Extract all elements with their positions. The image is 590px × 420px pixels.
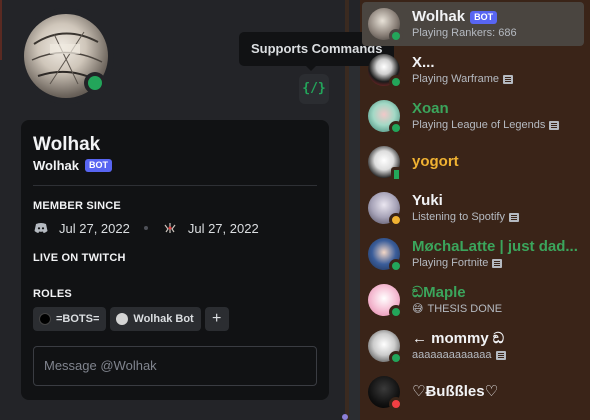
member-name: ← mommy ඞ <box>412 330 504 347</box>
member-activity: Playing Fortnite <box>412 256 582 270</box>
avatar <box>368 54 403 89</box>
member-activity: Playing Warframe <box>412 72 582 86</box>
role-color-dot <box>39 313 51 325</box>
profile-info-panel: Wolhak Wolhak BOT MEMBER SINCE Jul 27, 2… <box>21 120 329 400</box>
status-idle-icon <box>389 213 403 227</box>
profile-display-name: Wolhak <box>33 134 101 155</box>
bot-badge: BOT <box>470 10 498 24</box>
member-item[interactable]: ඞMaple 😅 THESIS DONE <box>362 278 584 322</box>
member-item[interactable]: yogort <box>362 140 584 184</box>
member-activity: Listening to Spotify <box>412 210 582 224</box>
status-online-icon <box>389 75 403 89</box>
activity-text: Playing League of Legends <box>412 119 546 131</box>
rich-presence-icon <box>503 74 514 84</box>
member-since-row: Jul 27, 2022 Jul 27, 2022 <box>33 220 273 236</box>
member-name: Wolhak <box>412 8 466 25</box>
rich-presence-icon <box>508 212 519 222</box>
member-activity: Playing Rankers: 686 <box>412 26 582 40</box>
member-name: ♡Ƀußßles♡ <box>412 383 499 400</box>
profile-status-online <box>84 72 106 94</box>
profile-divider <box>33 185 317 186</box>
status-dnd-icon <box>389 397 403 411</box>
discord-join-date: Jul 27, 2022 <box>59 220 130 236</box>
discord-logo-icon <box>33 220 49 236</box>
role-pill[interactable]: =BOTS= <box>33 307 107 331</box>
slash-commands-icon[interactable]: {/} <box>299 74 329 104</box>
avatar <box>368 192 403 227</box>
member-item[interactable]: ← mommy ඞ aaaaaaaaaaaaa <box>362 324 584 368</box>
role-color-dot <box>116 313 129 325</box>
profile-username[interactable]: Wolhak <box>33 158 79 173</box>
activity-text: Playing Rankers: 686 <box>412 27 517 39</box>
status-mobile-icon <box>391 167 402 182</box>
status-online-icon <box>389 259 403 273</box>
member-activity: 😅 THESIS DONE <box>412 302 582 316</box>
profile-username-row: Wolhak BOT <box>33 158 112 173</box>
member-name: Yuki <box>412 192 443 209</box>
rich-presence-icon <box>492 258 503 268</box>
avatar <box>368 146 402 182</box>
activity-text: aaaaaaaaaaaaa <box>412 349 492 361</box>
activity-text: THESIS DONE <box>427 303 503 315</box>
activity-text: Playing Warframe <box>412 73 500 85</box>
bot-badge: BOT <box>85 159 112 172</box>
rich-presence-icon <box>549 120 560 130</box>
member-name-row: Wolhak BOT <box>412 8 582 26</box>
member-item[interactable]: Xoan Playing League of Legends <box>362 94 584 138</box>
sweat-smile-emoji: 😅 <box>412 303 424 315</box>
member-since-heading: MEMBER SINCE <box>33 200 121 212</box>
roles-list: =BOTS= Wolhak Bot + <box>33 307 229 331</box>
member-activity: Playing League of Legends <box>412 118 582 132</box>
status-online-icon <box>389 121 403 135</box>
avatar <box>368 100 403 135</box>
server-icon <box>162 220 178 236</box>
scroll-indicator <box>342 414 348 420</box>
member-item[interactable]: X... Playing Warframe <box>362 48 584 92</box>
member-item[interactable]: ♡Ƀußßles♡ <box>362 370 584 414</box>
role-pill[interactable]: Wolhak Bot <box>110 307 201 331</box>
avatar <box>368 8 403 43</box>
member-name: MøchaLatte | just dad... <box>412 238 578 255</box>
rich-presence-icon <box>495 350 506 360</box>
message-input[interactable]: Message @Wolhak <box>33 346 317 386</box>
member-list: Wolhak BOT Playing Rankers: 686 X... Pla… <box>362 0 590 420</box>
server-join-date: Jul 27, 2022 <box>187 220 259 236</box>
member-item[interactable]: MøchaLatte | just dad... Playing Fortnit… <box>362 232 584 276</box>
activity-text: Listening to Spotify <box>412 211 505 223</box>
role-name: Wolhak Bot <box>133 313 194 325</box>
avatar <box>368 284 403 319</box>
status-online-icon <box>389 305 403 319</box>
activity-text: Playing Fortnite <box>412 257 489 269</box>
status-online-icon <box>389 351 403 365</box>
member-name: yogort <box>412 153 459 170</box>
member-item[interactable]: Wolhak BOT Playing Rankers: 686 <box>362 2 584 46</box>
member-name: ඞMaple <box>412 284 466 301</box>
member-name: X... <box>412 54 435 71</box>
roles-heading: ROLES <box>33 288 72 300</box>
avatar <box>368 330 403 365</box>
date-separator <box>143 226 148 230</box>
avatar <box>368 376 403 411</box>
member-item[interactable]: Yuki Listening to Spotify <box>362 186 584 230</box>
avatar <box>368 238 403 273</box>
live-on-twitch-heading: LIVE ON TWITCH <box>33 252 126 264</box>
add-role-button[interactable]: + <box>204 307 229 331</box>
banner-edge <box>0 0 2 60</box>
member-activity: aaaaaaaaaaaaa <box>412 348 582 362</box>
role-name: =BOTS= <box>56 313 100 325</box>
member-name: Xoan <box>412 100 449 117</box>
status-online-icon <box>389 29 403 43</box>
